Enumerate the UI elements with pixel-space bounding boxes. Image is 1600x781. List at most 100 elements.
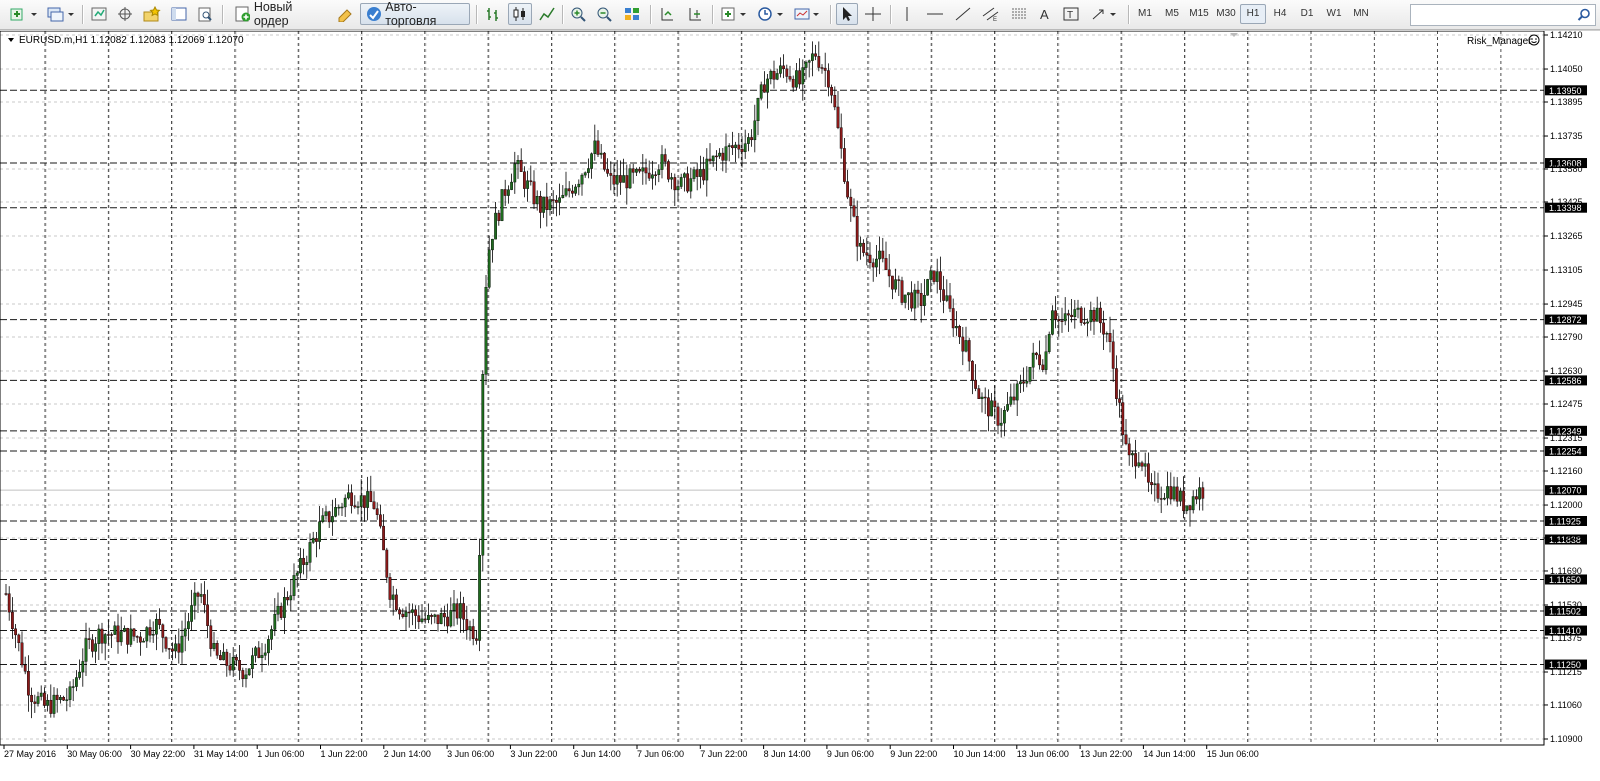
- periods-button[interactable]: [756, 3, 788, 25]
- candle-bear: [1182, 490, 1186, 512]
- candle-bear: [609, 173, 613, 176]
- search-icon[interactable]: [1577, 8, 1591, 22]
- horizontal-line-button[interactable]: [924, 3, 946, 25]
- tile-windows-button[interactable]: [620, 3, 644, 25]
- candle-bear: [401, 613, 405, 617]
- svg-text:T: T: [1067, 10, 1073, 21]
- fibonacci-button[interactable]: [1008, 3, 1030, 25]
- candle-bull: [337, 506, 341, 509]
- candle-bull: [427, 615, 430, 620]
- candle-bull: [199, 594, 203, 597]
- candle-bear: [215, 643, 219, 656]
- candlestick-button[interactable]: [508, 3, 532, 25]
- candle-bull: [510, 181, 513, 190]
- equidistant-channel-button[interactable]: E: [980, 3, 1002, 25]
- candle-bull: [487, 249, 491, 288]
- cursor-button[interactable]: [836, 3, 858, 25]
- timeframe-m1-button[interactable]: M1: [1132, 4, 1158, 24]
- tile-windows-icon: [625, 8, 639, 20]
- new-order-button[interactable]: Новый ордер: [230, 0, 330, 28]
- timeframe-h1-button[interactable]: H1: [1240, 4, 1266, 24]
- bar-chart-button[interactable]: [482, 3, 504, 25]
- line-chart-button[interactable]: [536, 3, 558, 25]
- candle-bear: [852, 205, 856, 217]
- trendline-button[interactable]: [952, 3, 974, 25]
- vertical-line-button[interactable]: [896, 3, 918, 25]
- timeframe-m15-button[interactable]: M15: [1186, 4, 1212, 24]
- timeframe-mn-button[interactable]: MN: [1348, 4, 1374, 24]
- candle-bull: [142, 640, 145, 643]
- new-chart-button[interactable]: [6, 3, 42, 25]
- new-order-label: Новый ордер: [253, 0, 293, 28]
- time-tick-label: 1 Jun 06:00: [257, 749, 304, 759]
- market-watch-button[interactable]: [88, 3, 110, 25]
- navigator-button[interactable]: [140, 3, 164, 25]
- auto-scroll-button[interactable]: [656, 3, 678, 25]
- candle-bear: [167, 648, 171, 650]
- search-input[interactable]: [1413, 6, 1577, 26]
- candle-bull: [212, 643, 216, 649]
- timeframe-h4-button[interactable]: H4: [1267, 4, 1293, 24]
- profiles-button[interactable]: [44, 3, 78, 25]
- price-chart[interactable]: 1.139501.136081.133981.128721.125861.123…: [0, 30, 1600, 776]
- profiles-icon: [47, 7, 74, 22]
- time-tick-label: 10 Jun 14:00: [954, 749, 1006, 759]
- candle-bull: [801, 67, 805, 85]
- timeframe-m30-button[interactable]: M30: [1213, 4, 1239, 24]
- candle-bear: [820, 67, 824, 69]
- candle-bear: [196, 592, 200, 597]
- candle-bull: [907, 292, 910, 296]
- search-box[interactable]: [1410, 4, 1596, 26]
- candle-bull: [145, 627, 149, 642]
- arrows-button[interactable]: [1088, 3, 1122, 25]
- price-level-label: 1.11650: [1549, 575, 1581, 585]
- candle-bear: [395, 594, 398, 610]
- candle-bull: [308, 542, 312, 563]
- terminal-button[interactable]: [168, 3, 190, 25]
- chart-window[interactable]: 1.13950 1.13608 1.13398 1.12872 1.12586 1.123…: [0, 30, 1600, 776]
- candle-bear: [1118, 398, 1122, 403]
- text-tool-button[interactable]: A: [1034, 3, 1056, 25]
- zoom-in-button[interactable]: [568, 3, 590, 25]
- candle-bull: [449, 610, 453, 627]
- data-window-button[interactable]: [114, 3, 136, 25]
- price-tick-label: 1.12475: [1550, 399, 1583, 409]
- candle-bull: [535, 195, 539, 205]
- timeframe-w1-button[interactable]: W1: [1321, 4, 1347, 24]
- candle-bear: [1194, 496, 1198, 500]
- candle-bull: [660, 154, 664, 170]
- candle-bear: [887, 269, 891, 277]
- candle-bear: [350, 492, 353, 506]
- algo-trading-icon: [367, 7, 381, 21]
- candle-bear: [977, 388, 981, 399]
- candle-bull: [46, 699, 50, 706]
- candle-bear: [1070, 314, 1074, 317]
- metaeditor-button[interactable]: [334, 3, 356, 25]
- candle-bull: [564, 188, 568, 196]
- candle-bear: [702, 169, 706, 181]
- text-label-button[interactable]: T: [1060, 3, 1082, 25]
- symbol-menu-arrow-icon[interactable]: [8, 38, 14, 42]
- indicators-button[interactable]: [718, 3, 752, 25]
- strategy-tester-button[interactable]: [194, 3, 216, 25]
- candle-bear: [110, 634, 114, 636]
- candle-bear: [900, 280, 904, 303]
- candle-bear: [1201, 487, 1205, 499]
- crosshair-button[interactable]: [862, 3, 884, 25]
- candle-bull: [775, 73, 779, 80]
- zoom-out-button[interactable]: [594, 3, 616, 25]
- candle-bull: [311, 538, 315, 543]
- candle-bear: [619, 175, 622, 183]
- candle-bear: [567, 188, 571, 192]
- algo-trading-button[interactable]: Авто-торговля: [360, 0, 470, 28]
- expert-advisor-label[interactable]: Risk_Manager: [1467, 36, 1532, 47]
- new-order-icon: [235, 6, 250, 22]
- candle-bear: [871, 262, 875, 268]
- candle-bull: [859, 242, 862, 247]
- timeframe-d1-button[interactable]: D1: [1294, 4, 1320, 24]
- templates-button[interactable]: [792, 3, 824, 25]
- timeframe-m5-button[interactable]: M5: [1159, 4, 1185, 24]
- candle-bull: [1025, 381, 1029, 384]
- candle-bear: [1102, 322, 1106, 335]
- chart-shift-button[interactable]: [684, 3, 706, 25]
